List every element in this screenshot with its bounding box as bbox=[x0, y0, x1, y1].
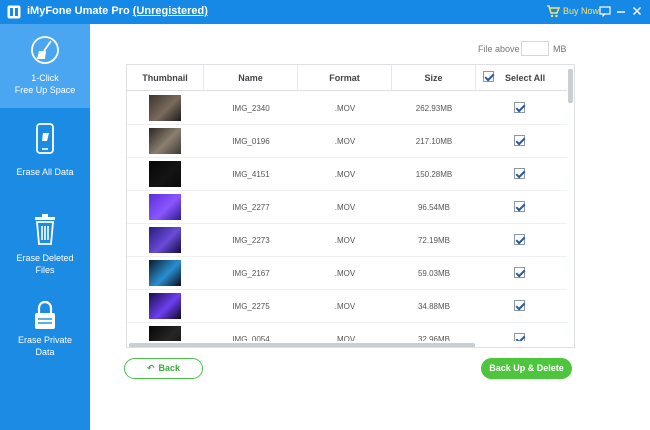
horizontal-scrollbar-thumb[interactable] bbox=[129, 343, 475, 347]
sidebar-item-label: Erase Deleted bbox=[16, 253, 74, 263]
file-format-cell: .MOV bbox=[334, 269, 356, 278]
row-checkbox[interactable] bbox=[514, 168, 525, 179]
column-header-size: Size bbox=[392, 65, 476, 91]
table-row[interactable]: IMG_2277 .MOV 96.54MB bbox=[127, 191, 567, 224]
broom-icon bbox=[31, 36, 59, 64]
file-above-label: File above bbox=[478, 44, 520, 54]
row-checkbox[interactable] bbox=[514, 300, 525, 311]
video-thumbnail bbox=[149, 260, 181, 286]
sidebar-item-erase-all-data[interactable]: Erase All Data bbox=[0, 114, 90, 194]
sidebar-item-label: 1-Click bbox=[31, 73, 59, 83]
back-button-label: Back bbox=[158, 363, 181, 373]
table-header: Thumbnail Name Format Size Select All bbox=[127, 65, 567, 91]
phone-erase-icon bbox=[36, 123, 54, 154]
back-arrow-icon: ↶ bbox=[146, 363, 155, 373]
file-name-cell: IMG_2340 bbox=[232, 104, 270, 113]
imyfone-logo-icon bbox=[7, 5, 21, 19]
video-thumbnail bbox=[149, 293, 181, 319]
video-thumbnail bbox=[149, 161, 181, 187]
file-table: Thumbnail Name Format Size Select All IM… bbox=[126, 64, 575, 348]
sidebar-item-label: Erase All Data bbox=[16, 167, 74, 177]
table-row[interactable]: IMG_2167 .MOV 59.03MB bbox=[127, 257, 567, 290]
file-format-cell: .MOV bbox=[334, 170, 356, 179]
feedback-icon[interactable] bbox=[598, 4, 612, 18]
row-checkbox[interactable] bbox=[514, 102, 525, 113]
row-checkbox[interactable] bbox=[514, 267, 525, 278]
back-button[interactable]: ↶ Back bbox=[124, 358, 203, 379]
sidebar: 1-Click Free Up Space Erase All Data Era… bbox=[0, 24, 90, 430]
file-name-cell: IMG_0196 bbox=[232, 137, 270, 146]
file-size-cell: 59.03MB bbox=[417, 269, 451, 278]
file-size-unit: MB bbox=[553, 44, 567, 54]
file-size-input[interactable] bbox=[521, 41, 549, 56]
file-size-cell: 262.93MB bbox=[415, 104, 453, 113]
buy-now-link[interactable]: Buy Now bbox=[563, 6, 599, 16]
vertical-scrollbar-thumb[interactable] bbox=[568, 69, 573, 103]
table-row[interactable]: IMG_2340 .MOV 262.93MB bbox=[127, 92, 567, 125]
sidebar-item-erase-deleted-files[interactable]: Erase Deleted Files bbox=[0, 204, 90, 294]
column-header-format: Format bbox=[298, 65, 392, 91]
back-up-delete-button[interactable]: Back Up & Delete bbox=[481, 358, 572, 379]
sidebar-item-label: Files bbox=[35, 265, 55, 275]
file-format-cell: .MOV bbox=[334, 104, 356, 113]
video-thumbnail bbox=[149, 95, 181, 121]
file-name-cell: IMG_2277 bbox=[232, 203, 270, 212]
app-title: iMyFone Umate Pro (Unregistered) bbox=[27, 5, 208, 17]
lock-icon bbox=[35, 300, 55, 329]
video-thumbnail bbox=[149, 194, 181, 220]
minimize-icon[interactable] bbox=[614, 4, 628, 18]
sidebar-item-label: Erase Private bbox=[17, 335, 73, 345]
file-size-cell: 217.10MB bbox=[415, 137, 453, 146]
table-row[interactable]: IMG_0196 .MOV 217.10MB bbox=[127, 125, 567, 158]
file-format-cell: .MOV bbox=[334, 137, 356, 146]
file-name-cell: IMG_2167 bbox=[232, 269, 270, 278]
file-name-cell: IMG_2273 bbox=[232, 236, 270, 245]
file-name-cell: IMG_2275 bbox=[232, 302, 270, 311]
file-size-cell: 34.88MB bbox=[417, 302, 451, 311]
file-size-cell: 150.28MB bbox=[415, 170, 453, 179]
vertical-scrollbar[interactable] bbox=[567, 65, 574, 347]
table-row[interactable]: IMG_2273 .MOV 72.19MB bbox=[127, 224, 567, 257]
video-thumbnail bbox=[149, 128, 181, 154]
sidebar-item-free-up-space[interactable]: 1-Click Free Up Space bbox=[0, 24, 90, 108]
sidebar-item-label: Free Up Space bbox=[14, 85, 76, 95]
file-size-cell: 96.54MB bbox=[417, 203, 451, 212]
file-format-cell: .MOV bbox=[334, 236, 356, 245]
select-all-checkbox[interactable] bbox=[483, 71, 494, 82]
close-icon[interactable] bbox=[630, 4, 644, 18]
select-all-label[interactable]: Select All bbox=[505, 65, 561, 91]
video-thumbnail bbox=[149, 227, 181, 253]
table-row[interactable]: IMG_2275 .MOV 34.88MB bbox=[127, 290, 567, 323]
sidebar-item-label: Data bbox=[35, 347, 55, 357]
row-checkbox[interactable] bbox=[514, 135, 525, 146]
title-bar: iMyFone Umate Pro (Unregistered) Buy Now bbox=[0, 0, 650, 24]
column-header-name: Name bbox=[204, 65, 298, 91]
file-name-cell: IMG_4151 bbox=[232, 170, 270, 179]
app-name: iMyFone Umate Pro bbox=[27, 5, 130, 17]
file-format-cell: .MOV bbox=[334, 203, 356, 212]
file-size-cell: 72.19MB bbox=[417, 236, 451, 245]
row-checkbox[interactable] bbox=[514, 234, 525, 245]
column-header-thumbnail: Thumbnail bbox=[127, 65, 204, 91]
trash-icon bbox=[35, 214, 55, 245]
file-format-cell: .MOV bbox=[334, 302, 356, 311]
sidebar-item-erase-private-data[interactable]: Erase Private Data bbox=[0, 292, 90, 382]
table-row[interactable]: IMG_4151 .MOV 150.28MB bbox=[127, 158, 567, 191]
cart-icon[interactable] bbox=[546, 5, 560, 18]
row-checkbox[interactable] bbox=[514, 201, 525, 212]
registration-link[interactable]: (Unregistered) bbox=[133, 5, 208, 17]
